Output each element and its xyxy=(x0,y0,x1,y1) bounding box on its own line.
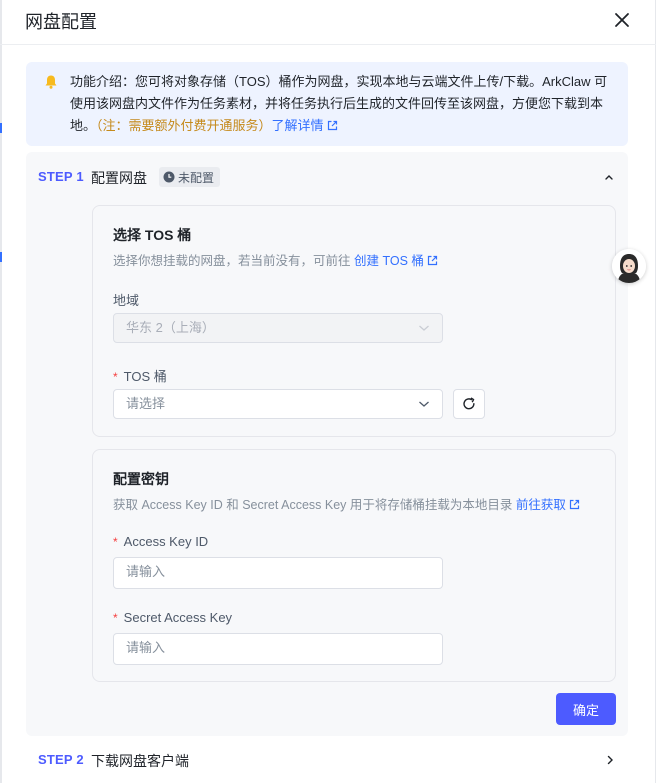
key-panel-title: 配置密钥 xyxy=(113,471,169,487)
secret-key-label: * Secret Access Key xyxy=(113,610,232,625)
access-key-label-text: Access Key ID xyxy=(123,534,209,549)
required-mark: * xyxy=(113,370,118,384)
step1-card: STEP 1 配置网盘 未配置 选择 TOS 桶 选择你想挂载的网盘，若当前没有… xyxy=(26,152,628,736)
required-mark: * xyxy=(113,611,118,625)
confirm-button[interactable]: 确定 xyxy=(556,693,616,725)
step1-title: 配置网盘 xyxy=(91,170,147,186)
clock-icon xyxy=(163,171,175,183)
tos-panel-title: 选择 TOS 桶 xyxy=(113,227,192,243)
create-bucket-label: 创建 TOS 桶 xyxy=(354,254,424,268)
required-mark: * xyxy=(113,535,118,549)
bucket-label-text: TOS 桶 xyxy=(123,369,167,384)
background-marker xyxy=(0,123,2,133)
key-panel-desc-text: 获取 Access Key ID 和 Secret Access Key 用于将… xyxy=(113,498,513,512)
step1-header[interactable]: STEP 1 配置网盘 未配置 xyxy=(26,152,628,202)
access-key-field[interactable] xyxy=(113,557,443,589)
access-key-panel: 配置密钥 获取 Access Key ID 和 Secret Access Ke… xyxy=(92,449,616,682)
close-icon xyxy=(615,13,629,27)
status-badge-label: 未配置 xyxy=(178,170,215,185)
learn-more-link[interactable]: 了解详情 xyxy=(272,118,338,133)
bucket-label: * TOS 桶 xyxy=(113,366,167,385)
get-keys-label: 前往获取 xyxy=(515,498,566,512)
chevron-up-icon[interactable] xyxy=(604,173,614,181)
refresh-icon xyxy=(463,397,475,410)
step1-number: STEP 1 xyxy=(38,169,84,184)
access-key-input[interactable] xyxy=(126,564,430,579)
bell-icon xyxy=(45,75,57,89)
refresh-button[interactable] xyxy=(453,389,485,419)
step2-title: 下载网盘客户端 xyxy=(91,753,189,769)
learn-more-label: 了解详情 xyxy=(271,118,324,133)
create-bucket-link[interactable]: 创建 TOS 桶 xyxy=(354,254,438,268)
tos-panel-desc: 选择你想挂载的网盘，若当前没有，可前往 创建 TOS 桶 xyxy=(113,250,438,269)
feature-notice: 功能介绍：您可将对象存储（TOS）桶作为网盘，实现本地与云端文件上传/下载。Ar… xyxy=(26,62,628,146)
region-label: 地域 xyxy=(113,293,140,308)
dialog-title: 网盘配置 xyxy=(25,12,97,32)
secret-key-input[interactable] xyxy=(126,640,430,655)
status-badge: 未配置 xyxy=(159,167,221,187)
key-panel-desc: 获取 Access Key ID 和 Secret Access Key 用于将… xyxy=(113,494,580,513)
chevron-right-icon xyxy=(607,755,613,765)
external-link-icon xyxy=(427,255,438,266)
step2-number: STEP 2 xyxy=(38,752,84,767)
bucket-select[interactable]: 请选择 xyxy=(113,389,443,419)
close-button[interactable] xyxy=(610,8,634,32)
secret-key-field[interactable] xyxy=(113,633,443,665)
assistant-avatar[interactable] xyxy=(612,249,646,283)
background-window-edge xyxy=(0,0,2,783)
external-link-icon xyxy=(327,120,337,131)
step2-header[interactable]: STEP 2 下载网盘客户端 xyxy=(26,740,628,780)
notice-text: 功能介绍：您可将对象存储（TOS）桶作为网盘，实现本地与云端文件上传/下载。Ar… xyxy=(70,71,610,137)
chevron-down-icon xyxy=(419,325,429,331)
avatar-icon xyxy=(612,249,646,283)
region-value: 华东 2（上海） xyxy=(126,320,215,335)
tos-bucket-panel: 选择 TOS 桶 选择你想挂载的网盘，若当前没有，可前往 创建 TOS 桶 地域… xyxy=(92,205,616,437)
bucket-placeholder: 请选择 xyxy=(126,396,166,411)
get-keys-link[interactable]: 前往获取 xyxy=(516,498,580,512)
background-marker xyxy=(0,252,2,262)
access-key-label: * Access Key ID xyxy=(113,534,208,549)
tos-panel-desc-text: 选择你想挂载的网盘，若当前没有，可前往 xyxy=(113,254,351,268)
notice-fee-note: （注：需要额外付费开通服务） xyxy=(96,118,272,133)
chevron-down-icon xyxy=(419,401,429,407)
external-link-icon xyxy=(569,499,579,510)
region-select: 华东 2（上海） xyxy=(113,313,443,343)
dialog-header: 网盘配置 xyxy=(0,0,656,45)
secret-key-label-text: Secret Access Key xyxy=(123,610,233,625)
